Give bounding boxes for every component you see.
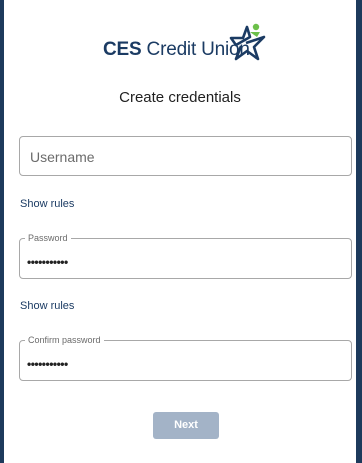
password-field[interactable]: Password •••••••••••: [19, 232, 352, 279]
page-title: Create credentials: [119, 89, 241, 106]
confirm-password-label: Confirm password: [25, 334, 104, 346]
next-button[interactable]: Next: [153, 412, 219, 439]
password-label: Password: [25, 232, 71, 244]
confirm-password-field[interactable]: Confirm password •••••••••••: [19, 334, 352, 381]
username-field[interactable]: Username: [19, 136, 352, 176]
password-value: •••••••••••: [27, 255, 68, 269]
confirm-password-value: •••••••••••: [27, 357, 68, 371]
password-show-rules-link[interactable]: Show rules: [20, 300, 74, 312]
username-placeholder: Username: [30, 149, 95, 165]
star-figure-icon: [229, 23, 266, 61]
username-show-rules-link[interactable]: Show rules: [20, 198, 74, 210]
logo: CES Credit Union: [4, 14, 356, 61]
credentials-card: CES Credit Union Create credentials User…: [4, 0, 356, 463]
